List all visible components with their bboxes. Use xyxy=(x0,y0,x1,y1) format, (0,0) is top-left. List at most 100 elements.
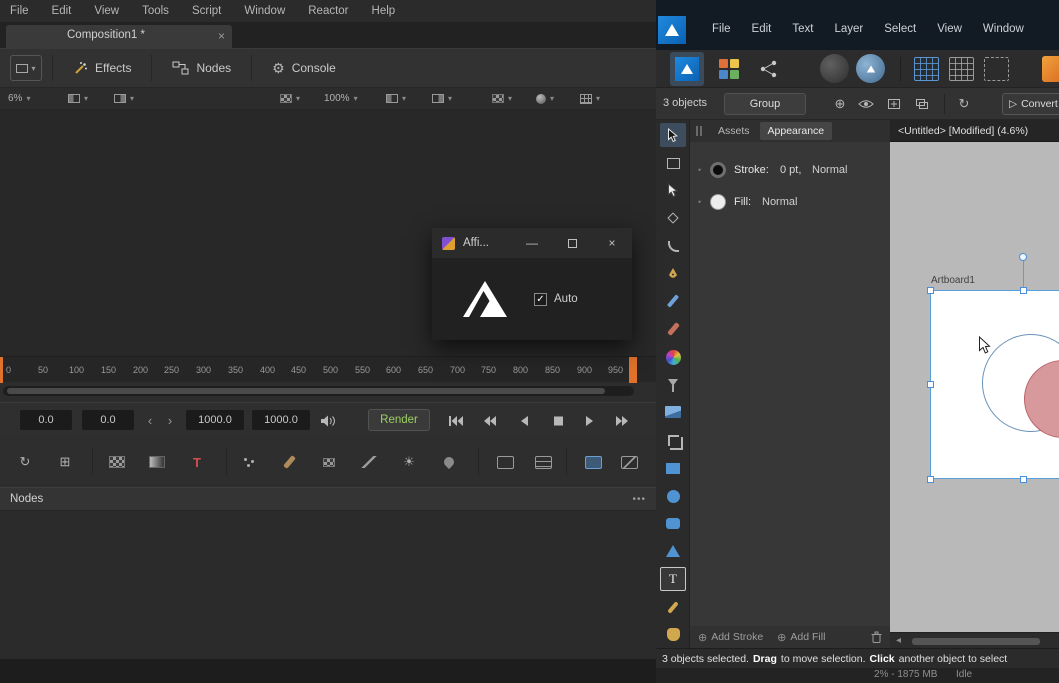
stroke-row[interactable]: • Stroke: 0 pt, Normal xyxy=(690,158,890,184)
insert-behind-button[interactable] xyxy=(910,95,934,113)
export-button[interactable] xyxy=(1042,56,1059,82)
auto-checkbox-group[interactable]: ✓ Auto xyxy=(534,292,578,306)
menu-file[interactable]: File xyxy=(10,5,29,17)
menu-view[interactable]: View xyxy=(94,5,119,17)
merge3d-node-button[interactable] xyxy=(528,449,558,475)
background-node-button[interactable] xyxy=(102,449,132,475)
menu-tools[interactable]: Tools xyxy=(142,5,169,17)
menu-edit[interactable]: Edit xyxy=(752,23,772,35)
text-node-button[interactable]: T xyxy=(182,449,212,475)
document-tab[interactable]: <Untitled> [Modified] (4.6%) xyxy=(890,120,1059,142)
stop-button[interactable] xyxy=(544,411,572,431)
snapping-grid-button[interactable] xyxy=(914,57,939,81)
menu-help[interactable]: Help xyxy=(372,5,396,17)
selection-handle-top-middle[interactable] xyxy=(1020,287,1027,294)
viewer-node-button[interactable] xyxy=(578,449,608,475)
triangle-tool[interactable] xyxy=(660,539,686,563)
rotate-button[interactable]: ↻ xyxy=(952,95,976,113)
selection-bounding-box[interactable] xyxy=(930,290,1059,479)
panel-grip-icon[interactable] xyxy=(696,126,702,136)
render-range-end-marker[interactable] xyxy=(629,357,637,383)
artboard-label[interactable]: Artboard1 xyxy=(931,275,975,286)
scrollbar-handle[interactable] xyxy=(912,638,1040,645)
selection-handle-top-left[interactable] xyxy=(927,287,934,294)
rectangle-tool[interactable] xyxy=(660,456,686,480)
fill-swatch[interactable] xyxy=(710,194,726,210)
scrollbar-handle[interactable] xyxy=(7,388,605,394)
pan-tool[interactable] xyxy=(660,622,686,646)
menu-edit[interactable]: Edit xyxy=(52,5,72,17)
node-layout-button[interactable]: ⊞ xyxy=(50,449,80,475)
color-node-button[interactable] xyxy=(434,449,464,475)
close-button[interactable]: × xyxy=(592,228,632,258)
panel-menu-button[interactable]: ••• xyxy=(632,494,646,505)
matte-node-button[interactable] xyxy=(314,449,344,475)
loader-node-button[interactable]: ↻ xyxy=(10,449,40,475)
checker-dropdown-right[interactable] xyxy=(488,90,516,107)
menu-text[interactable]: Text xyxy=(792,23,813,35)
trash-icon[interactable] xyxy=(871,631,882,644)
fill-row[interactable]: • Fill: Normal xyxy=(690,190,890,216)
menu-window[interactable]: Window xyxy=(244,5,285,17)
stroke-swatch[interactable] xyxy=(710,162,726,178)
checker-dropdown[interactable] xyxy=(276,90,304,107)
timeline-ruler[interactable]: 0 50 100 150 200 250 300 350 400 450 500… xyxy=(0,356,656,383)
pencil-tool[interactable] xyxy=(660,289,686,313)
pixel-persona-button[interactable] xyxy=(716,56,742,82)
zoom-right-dropdown[interactable]: 100% xyxy=(320,90,362,107)
checkbox-checked-icon[interactable]: ✓ xyxy=(534,292,547,306)
composition-tab[interactable]: Composition1 * × xyxy=(6,25,232,48)
pixel-grid-button[interactable] xyxy=(949,57,974,81)
rounded-rectangle-tool[interactable] xyxy=(660,511,686,535)
fill-tool[interactable] xyxy=(660,345,686,369)
menu-file[interactable]: File xyxy=(712,23,731,35)
expand-button[interactable] xyxy=(614,449,644,475)
visibility-button[interactable] xyxy=(854,95,878,113)
mask-node-button[interactable] xyxy=(354,449,384,475)
menu-layer[interactable]: Layer xyxy=(834,23,863,35)
convert-to-curves-button[interactable]: ▷ Convert t xyxy=(1002,93,1059,115)
menu-window[interactable]: Window xyxy=(983,23,1024,35)
group-button[interactable]: Group xyxy=(724,93,806,115)
pen-tool[interactable] xyxy=(660,262,686,286)
canvas[interactable]: Artboard1 xyxy=(890,142,1059,632)
current-frame-field[interactable]: 0.0 xyxy=(82,410,134,430)
step-forward-button[interactable]: › xyxy=(162,410,178,430)
play-button[interactable] xyxy=(576,411,604,431)
add-fill-button[interactable]: Add Fill xyxy=(790,631,825,643)
grid-dropdown[interactable] xyxy=(576,90,604,107)
console-button[interactable]: ⚙ Console xyxy=(262,55,346,82)
tab-appearance[interactable]: Appearance xyxy=(759,122,833,140)
menu-select[interactable]: Select xyxy=(884,23,916,35)
contour-tool[interactable] xyxy=(660,206,686,230)
effects-button[interactable]: Effects xyxy=(63,56,141,81)
ellipse-tool[interactable] xyxy=(660,484,686,508)
node-tool[interactable] xyxy=(660,178,686,202)
viewer-pane-dropdown[interactable] xyxy=(64,90,92,107)
render-range-start-marker[interactable] xyxy=(0,357,3,383)
alignment-button[interactable]: ⊕ xyxy=(828,95,852,113)
paint-node-button[interactable] xyxy=(274,449,304,475)
minimize-button[interactable]: — xyxy=(512,228,552,258)
pen-sphere-button[interactable] xyxy=(856,54,885,83)
viewer-pane2-dropdown-right[interactable] xyxy=(428,90,456,107)
fast-rewind-button[interactable] xyxy=(476,411,504,431)
fastnoise-node-button[interactable] xyxy=(142,449,172,475)
add-stroke-button[interactable]: Add Stroke xyxy=(711,631,763,643)
vector-crop-tool[interactable] xyxy=(660,428,686,452)
scroll-left-arrow-icon[interactable]: ◂ xyxy=(896,635,901,646)
insert-inside-button[interactable] xyxy=(882,95,906,113)
selection-handle-middle-left[interactable] xyxy=(927,381,934,388)
corner-tool[interactable] xyxy=(660,234,686,258)
close-icon[interactable]: × xyxy=(218,29,225,43)
sphere-tool-button[interactable] xyxy=(820,54,849,83)
move-tool[interactable] xyxy=(660,123,686,147)
light-node-button[interactable]: ☀ xyxy=(394,449,424,475)
selection-handle-bottom-left[interactable] xyxy=(927,476,934,483)
tab-assets[interactable]: Assets xyxy=(710,122,758,140)
audio-button[interactable] xyxy=(314,411,342,431)
merge-node-button[interactable] xyxy=(490,449,520,475)
transparency-tool[interactable] xyxy=(660,373,686,397)
dialog-titlebar[interactable]: Affi... — × xyxy=(432,228,632,258)
go-to-start-button[interactable] xyxy=(442,411,470,431)
